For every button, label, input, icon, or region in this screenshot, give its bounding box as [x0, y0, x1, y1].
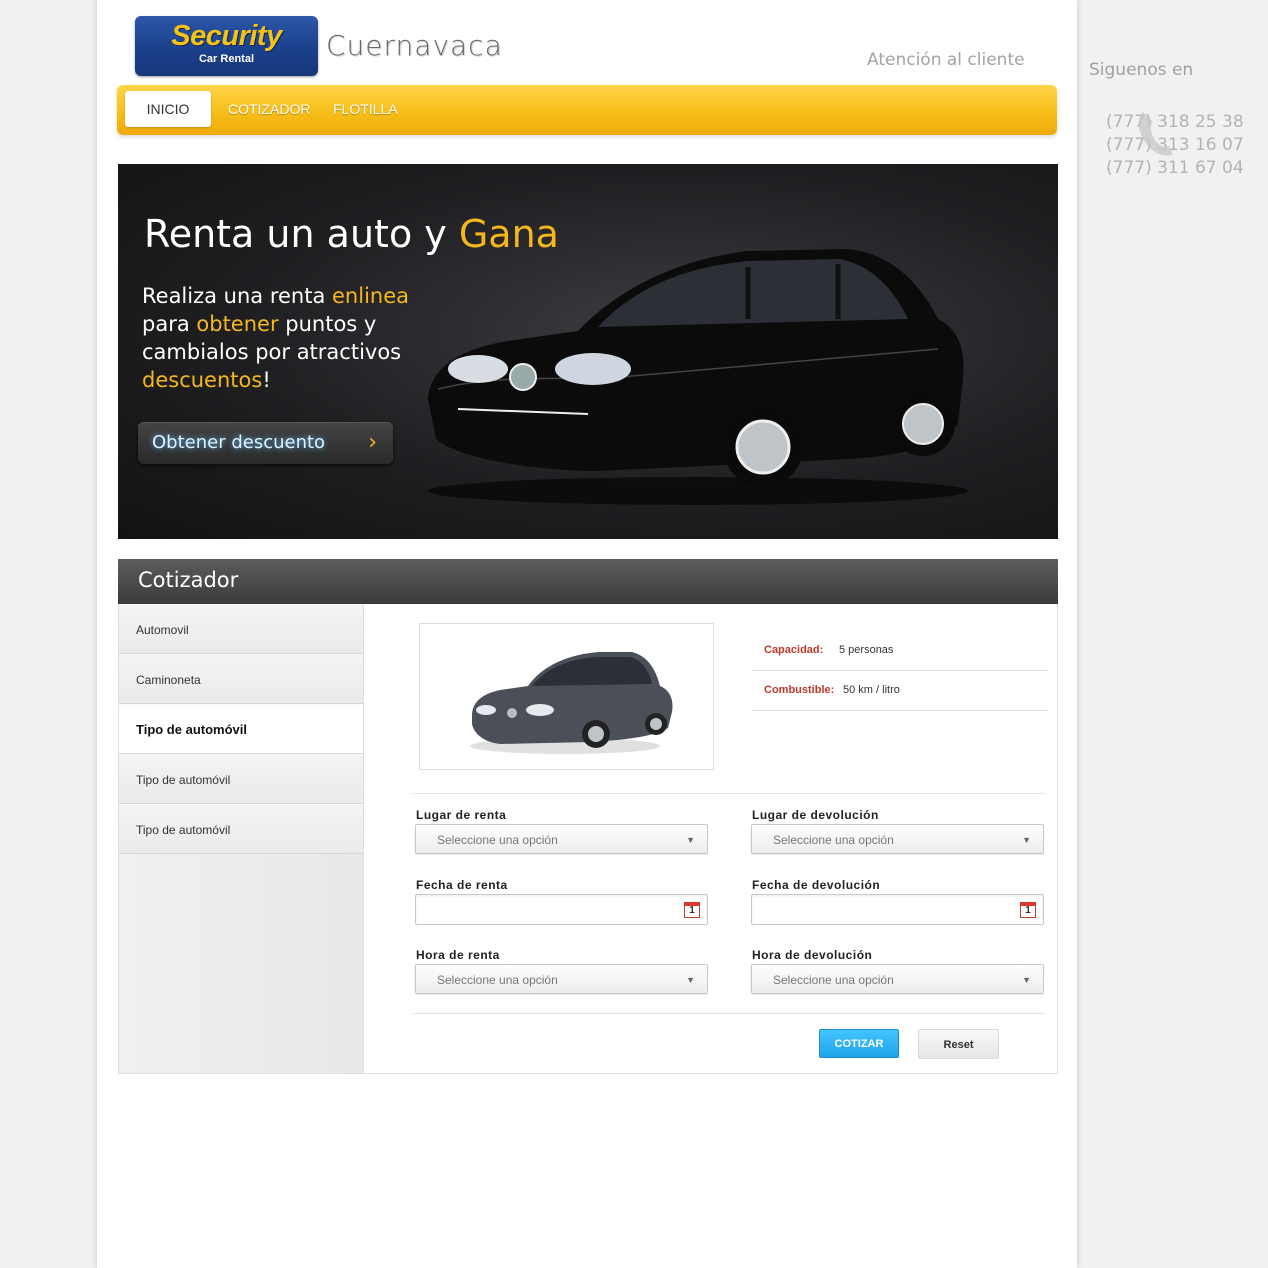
hero-description: Realiza una renta enlinea para obtener p…: [142, 282, 442, 394]
fecha-devolucion-input[interactable]: 1: [751, 894, 1044, 925]
lugar-renta-value: Seleccione una opción: [437, 833, 558, 847]
hero-line4-end: !: [262, 368, 271, 392]
hero-line1: Realiza una renta: [142, 284, 333, 308]
customer-service-link[interactable]: Atención al cliente: [867, 50, 1025, 70]
combustible-value: 50 km / litro: [843, 684, 900, 696]
hero-line2-hl: obtener: [196, 312, 279, 336]
hora-devolucion-value: Seleccione una opción: [773, 973, 894, 987]
hora-renta-value: Seleccione una opción: [437, 973, 558, 987]
nav-cotizador[interactable]: COTIZADOR: [228, 91, 310, 127]
sidebar-item-tipo-2[interactable]: Tipo de automóvil: [119, 754, 363, 804]
sidebar-item-automovil[interactable]: Automovil: [119, 604, 363, 654]
capacidad-value: 5 personas: [839, 644, 894, 656]
hora-devolucion-select[interactable]: Seleccione una opción ▼: [751, 964, 1044, 994]
sidebar-item-tipo-1[interactable]: Tipo de automóvil: [119, 704, 363, 754]
obtener-descuento-button[interactable]: Obtener descuento ›: [138, 422, 393, 464]
lugar-devolucion-value: Seleccione una opción: [773, 833, 894, 847]
sidebar-item-caminoneta[interactable]: Caminoneta: [119, 654, 363, 704]
reset-button[interactable]: Reset: [918, 1029, 999, 1059]
hero-line2-end: puntos y: [278, 312, 377, 336]
hero-line1-hl: enlinea: [332, 284, 410, 308]
logo-brand: Security: [171, 20, 282, 52]
phone-icon: [1138, 112, 1173, 156]
cotizador-title: Cotizador: [138, 568, 239, 592]
sidebar-item-tipo-3[interactable]: Tipo de automóvil: [119, 804, 363, 854]
capacidad-label: Capacidad:: [764, 644, 824, 656]
calendar-icon[interactable]: 1: [1020, 902, 1036, 918]
lugar-renta-select[interactable]: Seleccione una opción ▼: [415, 824, 708, 854]
hero-button-label: Obtener descuento: [152, 432, 326, 453]
cotizador-panel: Automovil Caminoneta Tipo de automóvil T…: [118, 604, 1058, 1074]
chevron-down-icon: ▼: [1022, 975, 1031, 985]
chevron-down-icon: ▼: [686, 835, 695, 845]
combustible-label: Combustible:: [764, 684, 835, 696]
vehicle-type-sidebar: Automovil Caminoneta Tipo de automóvil T…: [119, 604, 364, 1073]
vehicle-car-image: [470, 652, 673, 754]
chevron-down-icon: ▼: [1022, 835, 1031, 845]
lugar-devolucion-select[interactable]: Seleccione una opción ▼: [751, 824, 1044, 854]
hora-renta-label: Hora de renta: [416, 948, 500, 962]
hora-renta-select[interactable]: Seleccione una opción ▼: [415, 964, 708, 994]
lugar-devolucion-label: Lugar de devolución: [752, 808, 879, 822]
lugar-renta-label: Lugar de renta: [416, 808, 507, 822]
logo-subtitle: Car Rental: [198, 53, 255, 65]
form-divider-bottom: [413, 1013, 1045, 1014]
chevron-right-icon: ›: [368, 430, 377, 455]
hora-devolucion-label: Hora de devolución: [752, 948, 873, 962]
security-logo[interactable]: Security Car Rental: [135, 16, 318, 76]
spec-combustible: Combustible: 50 km / litro: [752, 671, 1048, 711]
fecha-renta-input[interactable]: 1: [415, 894, 708, 925]
nav-inicio[interactable]: INICIO: [125, 91, 211, 127]
fecha-devolucion-label: Fecha de devolución: [752, 878, 881, 892]
phone-number-3: (777) 311 67 04: [1106, 158, 1244, 178]
calendar-icon[interactable]: 1: [684, 902, 700, 918]
main-nav: INICIO COTIZADOR FLOTILLA: [117, 85, 1057, 135]
page-container: Security Car Rental Cuernavaca Atención …: [97, 0, 1077, 1268]
spec-capacidad: Capacidad: 5 personas: [752, 631, 1048, 671]
hero-car-image: [428, 249, 968, 505]
hero-line2: para: [142, 312, 197, 336]
nav-flotilla[interactable]: FLOTILLA: [333, 91, 398, 127]
hero-title-text: Renta un auto y: [144, 212, 459, 256]
hero-line4-hl: descuentos: [142, 368, 263, 392]
hero-line3: cambialos por atractivos: [142, 340, 402, 364]
fecha-renta-label: Fecha de renta: [416, 878, 508, 892]
vehicle-photo: [419, 623, 714, 770]
chevron-down-icon: ▼: [686, 975, 695, 985]
cotizar-button[interactable]: COTIZAR: [819, 1029, 899, 1058]
city-title: Cuernavaca: [326, 29, 503, 62]
hero-banner: Renta un auto y Gana Realiza una renta e…: [118, 164, 1058, 539]
siguenos-label: Siguenos en: [1089, 60, 1194, 80]
form-divider-top: [413, 793, 1045, 794]
cotizador-header: Cotizador: [118, 559, 1058, 604]
